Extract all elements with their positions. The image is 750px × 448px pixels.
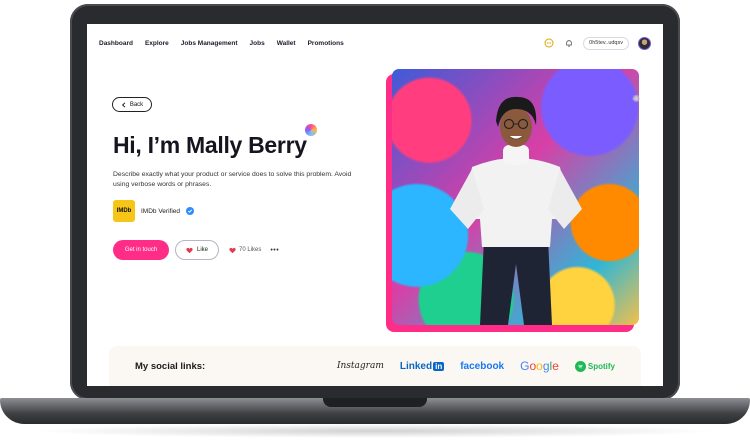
bell-icon[interactable]	[563, 38, 574, 49]
imdb-logo: IMDb	[113, 200, 135, 222]
page-title: Hi, I’m Mally Berry	[113, 132, 307, 158]
chat-icon[interactable]	[543, 38, 554, 49]
social-links-title: My social links:	[135, 360, 206, 372]
screen: Dashboard Explore Jobs Management Jobs W…	[87, 24, 663, 386]
top-navbar: Dashboard Explore Jobs Management Jobs W…	[87, 24, 663, 62]
social-logos: Instagram Linked in facebook Google Spot…	[337, 359, 615, 373]
chevron-left-icon	[121, 101, 126, 108]
likes-count: 70 Likes	[229, 247, 261, 254]
profile-photo	[392, 69, 639, 325]
linkedin-logo-text: Linked	[399, 360, 433, 372]
linkedin-logo-box: in	[433, 361, 445, 371]
heart-icon	[229, 247, 236, 253]
laptop-notch	[323, 398, 427, 407]
spotify-logo-text: Spotify	[587, 361, 615, 371]
like-button[interactable]: Like	[175, 240, 219, 260]
person-illustration	[450, 96, 582, 325]
get-in-touch-button[interactable]: Get in touch	[113, 240, 169, 260]
sticker-badge	[305, 124, 317, 136]
nav-link-wallet[interactable]: Wallet	[277, 40, 296, 47]
action-row: Get in touch Like 70 Likes •••	[113, 240, 279, 260]
verified-check-icon	[186, 207, 195, 215]
heart-icon	[186, 247, 193, 253]
likes-count-label: 70 Likes	[239, 247, 262, 253]
nav-link-jobs-management[interactable]: Jobs Management	[181, 40, 238, 47]
more-options-button[interactable]: •••	[270, 247, 279, 254]
nav-links: Dashboard Explore Jobs Management Jobs W…	[99, 40, 344, 47]
spotify-icon	[574, 360, 586, 372]
instagram-logo[interactable]: Instagram	[337, 361, 384, 371]
google-letter: g	[542, 359, 550, 373]
avatar[interactable]	[638, 36, 651, 50]
spotify-logo[interactable]: Spotify	[574, 360, 615, 372]
nav-link-promotions[interactable]: Promotions	[308, 40, 344, 47]
imdb-verified-row: IMDb IMDb Verified	[113, 200, 195, 222]
back-button[interactable]: Back	[112, 97, 152, 112]
like-label: Like	[196, 247, 208, 253]
nav-right: 0h5tev..udqsv	[543, 36, 651, 50]
nav-link-explore[interactable]: Explore	[145, 40, 169, 47]
linkedin-logo[interactable]: Linked in	[399, 360, 445, 372]
nav-link-dashboard[interactable]: Dashboard	[99, 40, 133, 47]
imdb-verified-label: IMDb Verified	[141, 207, 181, 215]
wallet-address-pill[interactable]: 0h5tev..udqsv	[583, 36, 629, 50]
social-links-bar: My social links: Instagram Linked in fac…	[109, 346, 641, 386]
laptop-shadow	[30, 424, 720, 438]
nav-link-jobs[interactable]: Jobs	[250, 40, 265, 47]
sparkle-decoration: ✺	[632, 94, 641, 105]
facebook-logo[interactable]: facebook	[460, 361, 504, 372]
back-label: Back	[129, 101, 144, 108]
google-letter: e	[552, 359, 559, 373]
google-logo[interactable]: Google	[520, 359, 559, 373]
google-letter: o	[536, 359, 543, 373]
profile-description: Describe exactly what your product or se…	[113, 171, 352, 188]
